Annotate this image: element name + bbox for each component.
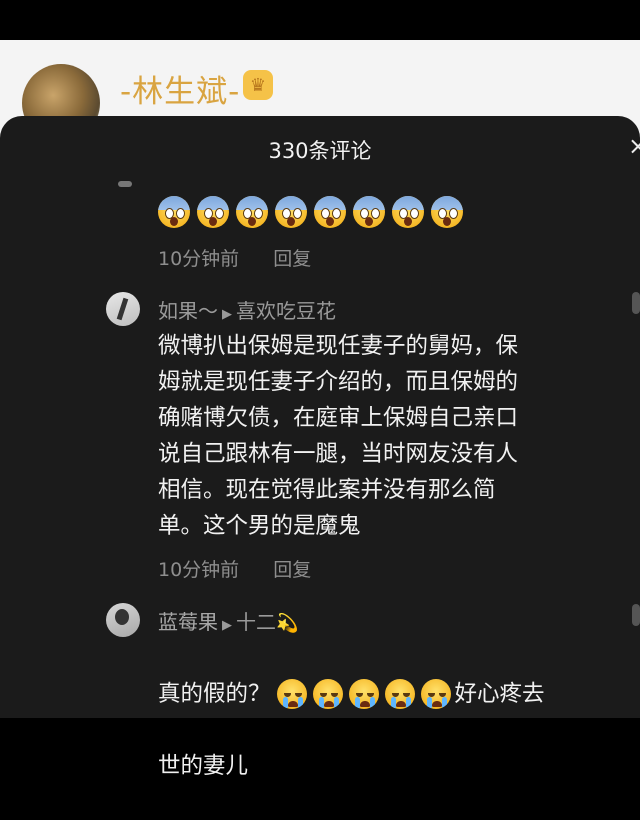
- comment-time: 10分钟前: [158, 248, 240, 270]
- comment-text: 微博扒出保姆是现任妻子的舅妈，保 姆就是现任妻子介绍的，而且保姆的 确赌博欠债，…: [158, 333, 519, 539]
- comment-user-line: 如果～ ▶ 喜欢吃豆花: [158, 295, 336, 324]
- comment-meta: 10分钟前 回复: [158, 244, 311, 271]
- comment-meta: 10分钟前 回复: [158, 555, 311, 582]
- avatar[interactable]: [106, 292, 140, 326]
- close-icon[interactable]: ×: [628, 132, 640, 160]
- screaming-face-icon: [275, 196, 307, 228]
- crying-face-icon: [348, 679, 379, 709]
- screaming-face-icon: [431, 196, 463, 228]
- author-name[interactable]: -林生斌-: [120, 66, 240, 111]
- scroll-indicator: [118, 181, 132, 187]
- crying-face-icon: [276, 679, 307, 709]
- avatar[interactable]: [106, 603, 140, 637]
- reply-target[interactable]: 十二: [236, 610, 276, 634]
- side-scroll-tab: [632, 292, 640, 314]
- screaming-face-icon: [314, 196, 346, 228]
- screaming-face-icon: [197, 196, 229, 228]
- comment-user-line: 蓝莓果 ▶ 十二💫: [158, 606, 298, 635]
- reply-button[interactable]: 回复: [273, 559, 311, 581]
- crying-face-icon: [420, 679, 451, 709]
- comment-text-line2: 世的妻儿: [158, 753, 249, 779]
- comment-text-start: 真的假的？: [158, 681, 271, 707]
- sparkle-icon: 💫: [276, 613, 299, 634]
- username[interactable]: 如果～: [158, 299, 218, 323]
- reply-arrow-icon: ▶: [222, 307, 232, 322]
- comment-count-title: 330条评论: [268, 139, 372, 163]
- reply-arrow-icon: ▶: [222, 618, 232, 633]
- crying-face-icon: [312, 679, 343, 709]
- verified-badge-icon: ♛: [243, 70, 273, 100]
- reply-target[interactable]: 喜欢吃豆花: [236, 299, 336, 323]
- username[interactable]: 蓝莓果: [158, 610, 218, 634]
- side-scroll-tab: [632, 604, 640, 626]
- crying-face-icon: [384, 679, 415, 709]
- screaming-face-icon: [392, 196, 424, 228]
- emoji-row-scream: [158, 196, 463, 228]
- screaming-face-icon: [353, 196, 385, 228]
- comment-text: 真的假的？ 好心疼去 世的妻儿: [158, 640, 628, 820]
- comment-time: 10分钟前: [158, 559, 240, 581]
- reply-button[interactable]: 回复: [273, 248, 311, 270]
- comment-text-end: 好心疼去: [454, 681, 545, 707]
- screaming-face-icon: [236, 196, 268, 228]
- screaming-face-icon: [158, 196, 190, 228]
